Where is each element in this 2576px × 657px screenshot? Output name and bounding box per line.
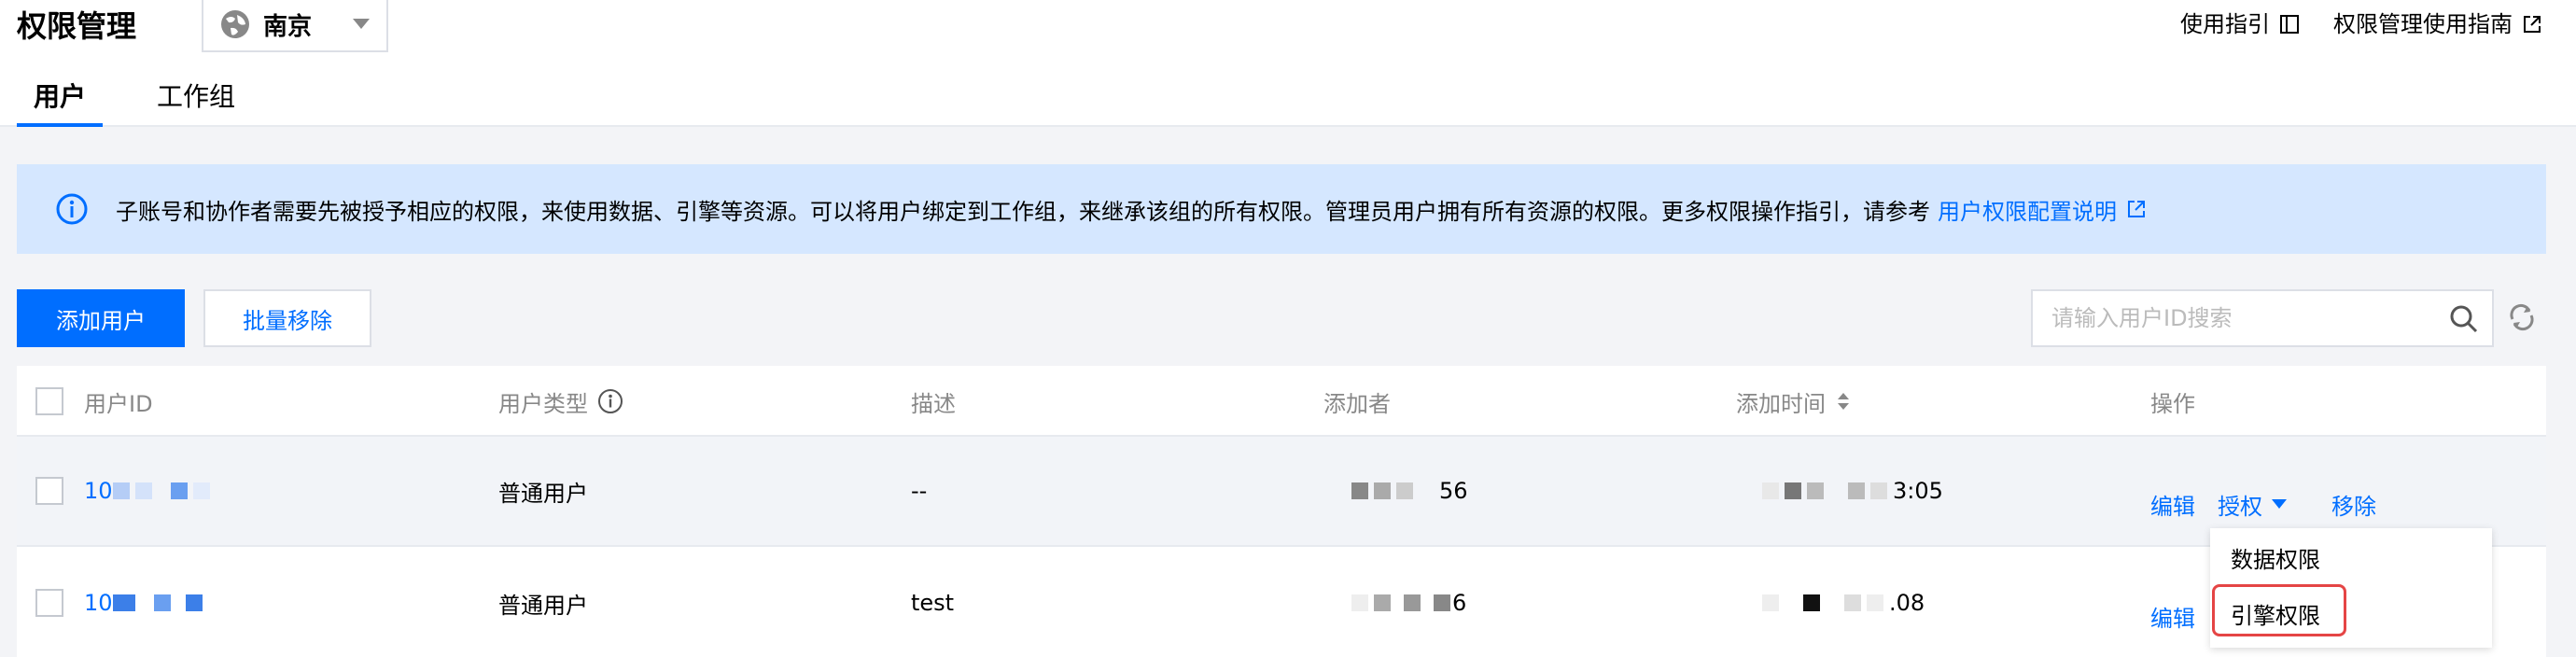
remove-link[interactable]: 移除: [2331, 488, 2376, 521]
top-bar: 权限管理 南京 使用指引 权限管理使用指南 用户 工作组: [0, 0, 2576, 127]
usage-guide-link[interactable]: 使用指引: [2180, 7, 2300, 41]
redaction-mask: [192, 482, 210, 499]
redaction-mask: [1803, 594, 1820, 611]
redaction-mask: [1434, 594, 1450, 611]
column-description: 描述: [911, 390, 956, 417]
external-link-icon: [2128, 201, 2145, 217]
redaction-mask: [1870, 482, 1887, 499]
search-input[interactable]: [2033, 292, 2425, 344]
column-added-by: 添加者: [1323, 390, 1391, 417]
description-text: test: [911, 590, 955, 616]
redaction-mask: [1374, 594, 1391, 611]
user-id-text: 10: [84, 590, 113, 616]
redaction-mask: [1848, 482, 1865, 499]
column-user-type: 用户类型: [498, 366, 623, 437]
usage-guide-label: 使用指引: [2180, 11, 2270, 37]
redaction-mask: [185, 594, 203, 611]
user-type-text: 普通用户: [498, 480, 588, 507]
table-row: 10 普通用户 -- 56 3:05 编辑 授权 移除: [17, 437, 2546, 547]
redaction-mask: [1807, 482, 1824, 499]
external-link-icon: [2524, 16, 2541, 33]
permission-guide-label: 权限管理使用指南: [2333, 11, 2513, 37]
user-id-link[interactable]: 10: [84, 437, 216, 545]
grant-label: 授权: [2218, 493, 2262, 520]
user-id-text: 10: [84, 478, 113, 504]
add-user-button[interactable]: 添加用户: [17, 289, 185, 347]
redaction-mask: [1867, 594, 1883, 611]
column-added-time[interactable]: 添加时间: [1736, 366, 1850, 437]
redaction-mask: [1374, 482, 1391, 499]
description-text: --: [911, 478, 928, 504]
batch-remove-button[interactable]: 批量移除: [203, 289, 371, 347]
column-added-time-label: 添加时间: [1736, 390, 1826, 417]
table-row: 10 普通用户 test 6 .08 编辑: [17, 549, 2546, 657]
sort-icon[interactable]: [1837, 392, 1850, 411]
caret-down-icon: [2272, 499, 2287, 509]
redaction-mask: [1404, 594, 1421, 611]
column-user-type-label: 用户类型: [498, 390, 588, 417]
user-id-link[interactable]: 10: [84, 549, 208, 657]
help-icon[interactable]: [597, 388, 623, 414]
permission-guide-link[interactable]: 权限管理使用指南: [2333, 7, 2542, 41]
edit-link[interactable]: 编辑: [2150, 600, 2195, 633]
user-type-text: 普通用户: [498, 592, 588, 619]
redaction-mask: [1844, 594, 1861, 611]
tab-bar: 用户 工作组: [17, 78, 289, 127]
users-table: 用户ID 用户类型 描述 添加者 添加时间 操作 10 普通用户 -- 56 3…: [17, 366, 2546, 657]
row-checkbox[interactable]: [35, 477, 63, 505]
menu-item-data-permission[interactable]: 数据权限: [2231, 541, 2320, 574]
search-icon[interactable]: [2449, 304, 2479, 334]
redaction-mask: [1351, 594, 1368, 611]
added-by-cell: 6: [1351, 549, 1466, 657]
redaction-mask: [1351, 482, 1368, 499]
redaction-mask: [1396, 482, 1413, 499]
book-icon: [2280, 15, 2299, 34]
region-label: 南京: [263, 12, 313, 41]
added-by-text: 6: [1452, 590, 1467, 616]
table-header: 用户ID 用户类型 描述 添加者 添加时间 操作: [17, 366, 2546, 437]
added-by-cell: 56: [1351, 437, 1468, 545]
added-time-text: 3:05: [1893, 478, 1943, 504]
column-actions: 操作: [2150, 390, 2195, 417]
top-links: 使用指引 权限管理使用指南: [2147, 7, 2542, 41]
redaction-mask: [134, 482, 152, 499]
chevron-down-icon: [353, 19, 370, 29]
globe-icon: [221, 10, 249, 38]
added-by-text: 56: [1439, 478, 1468, 504]
page-title: 权限管理: [17, 8, 137, 44]
permission-doc-link[interactable]: 用户权限配置说明: [1938, 193, 2147, 226]
refresh-icon[interactable]: [2507, 302, 2537, 332]
tab-users[interactable]: 用户: [17, 78, 104, 127]
redaction-mask: [1762, 594, 1779, 611]
column-user-id: 用户ID: [84, 390, 153, 417]
grant-dropdown-trigger[interactable]: 授权: [2218, 488, 2309, 521]
search-box: [2031, 289, 2494, 347]
redaction-mask: [1762, 482, 1779, 499]
region-select[interactable]: 南京: [202, 0, 388, 52]
edit-link[interactable]: 编辑: [2150, 488, 2195, 521]
redaction-mask: [1785, 482, 1801, 499]
added-time-text: .08: [1889, 590, 1925, 616]
highlight-annotation: [2212, 584, 2346, 636]
redaction-mask: [112, 594, 135, 611]
select-all-checkbox[interactable]: [35, 387, 63, 415]
added-time-cell: 3:05: [1762, 437, 1943, 545]
row-actions: 编辑: [2150, 549, 2218, 657]
redaction-mask: [170, 482, 188, 499]
tab-workgroups[interactable]: 工作组: [140, 78, 252, 116]
permission-doc-link-label: 用户权限配置说明: [1938, 198, 2117, 225]
redaction-mask: [112, 482, 130, 499]
info-icon: [56, 193, 88, 225]
notice-text: 子账号和协作者需要先被授予相应的权限，来使用数据、引擎等资源。可以将用户绑定到工…: [116, 198, 1930, 225]
info-notice: 子账号和协作者需要先被授予相应的权限，来使用数据、引擎等资源。可以将用户绑定到工…: [17, 164, 2546, 254]
row-checkbox[interactable]: [35, 589, 63, 617]
redaction-mask: [153, 594, 171, 611]
added-time-cell: .08: [1762, 549, 1925, 657]
